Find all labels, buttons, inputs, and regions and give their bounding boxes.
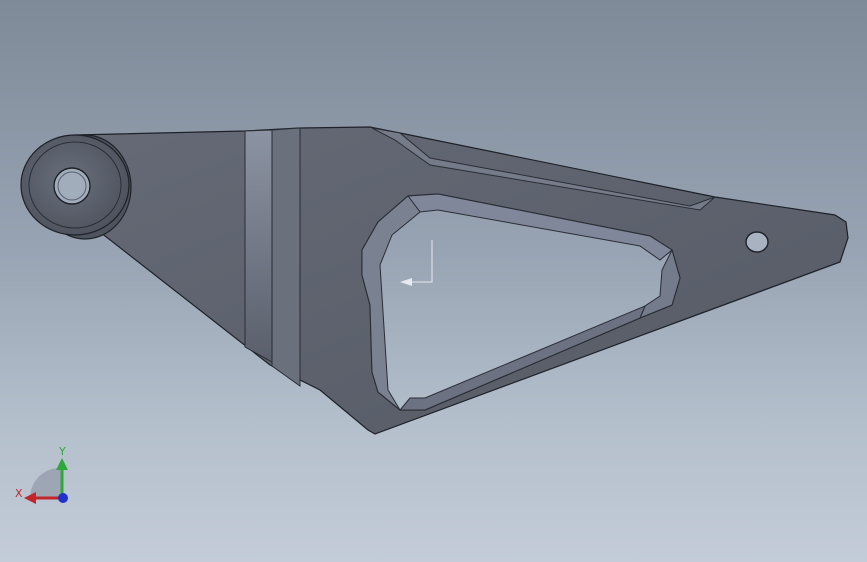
origin-arrow <box>400 278 412 286</box>
triad-y-label: Y <box>58 445 66 458</box>
rib-band-2 <box>271 127 301 387</box>
graphics-viewport[interactable]: Y X <box>0 0 867 562</box>
model-view[interactable]: Y X <box>0 0 867 562</box>
tip-hole[interactable] <box>745 231 769 253</box>
reference-triad: Y X <box>15 445 68 504</box>
rib-band-1 <box>244 129 273 363</box>
triad-z-axis <box>58 493 68 503</box>
triad-y-arrow <box>56 458 68 470</box>
triad-x-arrow <box>24 492 36 504</box>
origin-indicator <box>402 240 433 283</box>
boss-hole[interactable] <box>53 167 91 205</box>
cutout-fillet-bottom <box>398 305 646 411</box>
triad-x-label: X <box>15 487 23 500</box>
